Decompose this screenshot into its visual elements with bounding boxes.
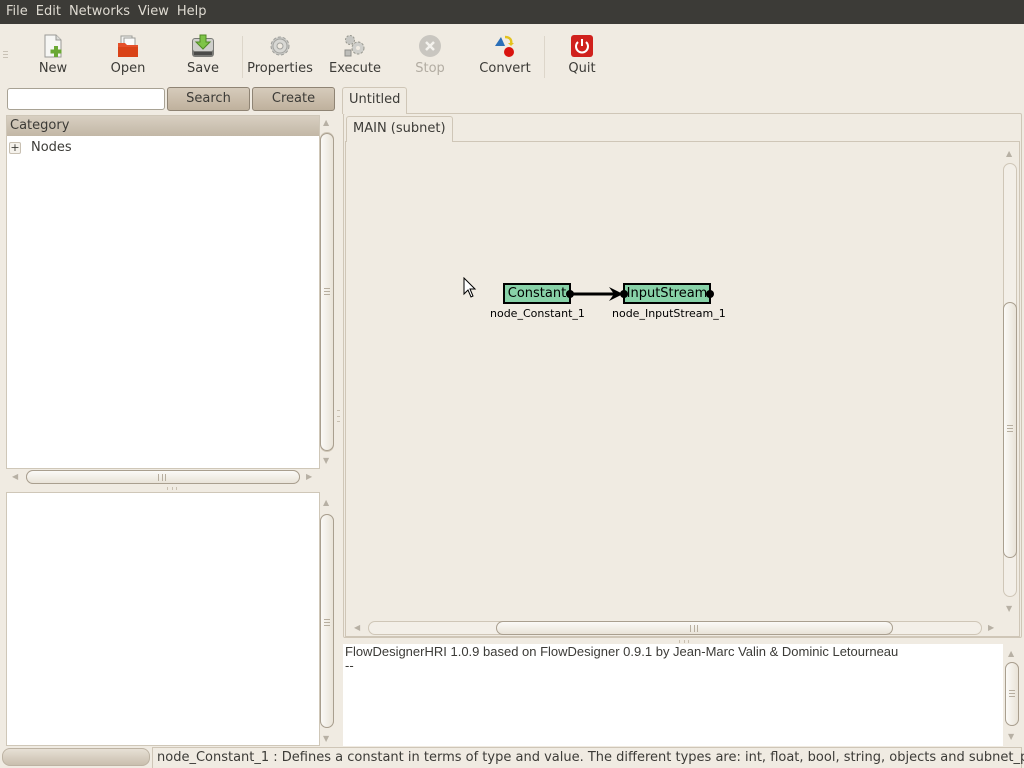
tab-main-subnet[interactable]: MAIN (subnet) xyxy=(346,116,453,142)
toolbar-grip[interactable] xyxy=(3,51,9,59)
convert-icon xyxy=(493,34,517,58)
node-info-panel xyxy=(6,492,320,746)
scroll-down-arrow-icon[interactable]: ▼ xyxy=(323,734,329,743)
tab-untitled[interactable]: Untitled xyxy=(342,87,408,114)
log-vertical-scrollbar[interactable]: ▲ ▼ xyxy=(1005,646,1019,746)
open-button-label: Open xyxy=(110,61,146,76)
node-type-label: InputStream xyxy=(626,286,708,301)
scroll-down-arrow-icon[interactable]: ▼ xyxy=(323,456,329,465)
scroll-thumb[interactable] xyxy=(1003,302,1017,558)
horizontal-splitter[interactable] xyxy=(679,640,689,643)
node-name-label: node_Constant_1 xyxy=(490,307,585,320)
menu-view[interactable]: View xyxy=(134,0,173,24)
save-disk-icon xyxy=(191,34,215,58)
canvas-vertical-scrollbar[interactable]: ▲ ▼ xyxy=(1003,146,1017,616)
search-button[interactable]: Search xyxy=(167,87,250,111)
scroll-down-arrow-icon[interactable]: ▼ xyxy=(1006,604,1012,613)
info-vertical-scrollbar[interactable]: ▲ ▼ xyxy=(320,494,334,744)
node-constant[interactable]: Constant xyxy=(503,283,571,304)
tree-horizontal-scrollbar[interactable]: ◀ ▶ xyxy=(10,470,320,484)
status-bar-text: node_Constant_1 : Defines a constant in … xyxy=(152,747,1024,768)
stop-icon xyxy=(418,34,442,58)
scroll-up-arrow-icon[interactable]: ▲ xyxy=(323,498,329,507)
scroll-up-arrow-icon[interactable]: ▲ xyxy=(1008,649,1014,658)
stop-button-label: Stop xyxy=(415,61,445,76)
scroll-right-arrow-icon[interactable]: ▶ xyxy=(306,472,312,481)
open-button[interactable]: Open xyxy=(105,34,151,86)
scroll-left-arrow-icon[interactable]: ◀ xyxy=(354,623,360,632)
tree-vertical-scrollbar[interactable]: ▲ ▼ xyxy=(320,116,334,468)
expand-icon[interactable]: + xyxy=(9,141,21,154)
input-port[interactable] xyxy=(620,290,628,298)
scroll-thumb[interactable] xyxy=(26,470,300,484)
quit-button-label: Quit xyxy=(568,61,596,76)
node-type-label: Constant xyxy=(507,286,567,301)
scroll-up-arrow-icon[interactable]: ▲ xyxy=(323,118,329,127)
tree-item-label: Nodes xyxy=(31,140,72,155)
toolbar-separator xyxy=(544,36,545,78)
log-panel[interactable]: FlowDesignerHRI 1.0.9 based on FlowDesig… xyxy=(343,644,1003,746)
convert-button-label: Convert xyxy=(479,61,531,76)
node-inputstream[interactable]: InputStream xyxy=(623,283,711,304)
network-canvas[interactable]: Constant node_Constant_1 InputStream nod… xyxy=(347,143,1001,615)
convert-button[interactable]: Convert xyxy=(478,34,532,86)
open-folder-icon xyxy=(116,34,140,58)
scroll-thumb[interactable] xyxy=(320,133,334,451)
menu-networks[interactable]: Networks xyxy=(65,0,134,24)
log-line: FlowDesignerHRI 1.0.9 based on FlowDesig… xyxy=(345,644,899,659)
mouse-cursor-icon xyxy=(463,277,477,298)
scroll-left-arrow-icon[interactable]: ◀ xyxy=(12,472,18,481)
vertical-splitter[interactable] xyxy=(337,410,340,422)
menu-file[interactable]: File xyxy=(2,0,32,24)
scroll-up-arrow-icon[interactable]: ▲ xyxy=(1006,149,1012,158)
save-button-label: Save xyxy=(187,61,219,76)
tree-item-nodes[interactable]: + Nodes xyxy=(9,140,72,155)
canvas-horizontal-scrollbar[interactable]: ◀ ▶ xyxy=(352,621,998,635)
scroll-thumb[interactable] xyxy=(1005,662,1019,726)
scroll-thumb[interactable] xyxy=(496,621,893,635)
scroll-right-arrow-icon[interactable]: ▶ xyxy=(988,623,994,632)
gear-icon xyxy=(268,34,292,58)
output-port[interactable] xyxy=(706,290,714,298)
toolbar-separator xyxy=(242,36,243,78)
properties-button[interactable]: Properties xyxy=(247,34,313,86)
node-name-label: node_InputStream_1 xyxy=(612,307,726,320)
toolbar: New Open Save Properties Execute Stop Co… xyxy=(0,24,1024,84)
menu-help[interactable]: Help xyxy=(173,0,211,24)
execute-button[interactable]: Execute xyxy=(328,34,382,86)
scroll-down-arrow-icon[interactable]: ▼ xyxy=(1008,732,1014,741)
tree-column-header[interactable]: Category xyxy=(7,116,319,136)
search-input[interactable] xyxy=(7,88,165,110)
link-layer xyxy=(570,287,623,301)
power-icon xyxy=(570,34,594,58)
gears-icon xyxy=(343,34,367,58)
log-line: -- xyxy=(345,658,354,673)
output-port[interactable] xyxy=(566,290,574,298)
new-button-label: New xyxy=(38,61,68,76)
new-button[interactable]: New xyxy=(30,34,76,86)
menubar: File Edit Networks View Help xyxy=(0,0,1024,24)
stop-button[interactable]: Stop xyxy=(408,34,452,86)
new-document-icon xyxy=(41,34,65,58)
save-button[interactable]: Save xyxy=(180,34,226,86)
category-tree: Category + Nodes xyxy=(6,115,320,469)
properties-button-label: Properties xyxy=(247,61,313,76)
menu-edit[interactable]: Edit xyxy=(32,0,65,24)
pane-divider[interactable] xyxy=(167,487,177,490)
execute-button-label: Execute xyxy=(329,61,381,76)
create-button[interactable]: Create xyxy=(252,87,335,111)
progress-bar xyxy=(2,748,150,766)
scroll-thumb[interactable] xyxy=(320,514,334,728)
quit-button[interactable]: Quit xyxy=(562,34,602,86)
